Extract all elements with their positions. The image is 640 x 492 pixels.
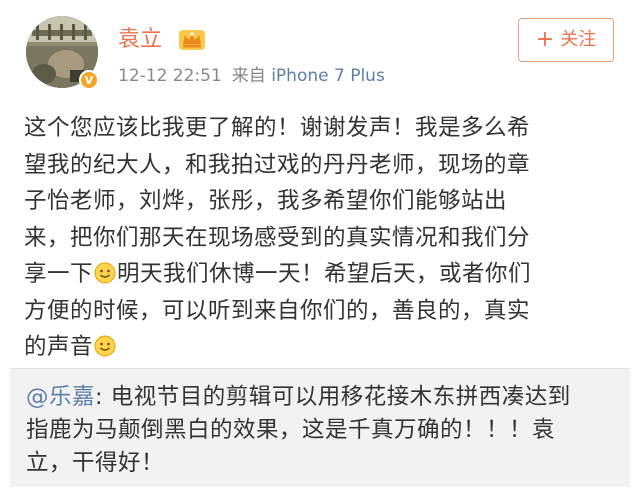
post-line: 来，把你们那天在现场感受到的真实情况和我们分 (24, 224, 531, 251)
smile-emoji-icon (94, 262, 116, 284)
post-line: 方便的时候，可以听到来自你们的，善良的，真实 (24, 297, 531, 324)
post-time: 12-12 22:51 (118, 66, 222, 86)
retweet-block[interactable]: @乐嘉: 电视节目的剪辑可以用移花接木东拼西凑达到 指鹿为马颠倒黑白的效果，这是… (10, 368, 630, 487)
retweet-line: 指鹿为马颠倒黑白的效果，这是千真万确的！！！袁 (26, 417, 556, 443)
retweet-colon: : (95, 384, 111, 410)
post-fragment: 享一下 (24, 261, 94, 287)
retweet-line: 立，干得好！ (26, 450, 165, 476)
follow-label: 关注 (560, 29, 597, 50)
retweet-text: @乐嘉: 电视节目的剪辑可以用移花接木东拼西凑达到 指鹿为马颠倒黑白的效果，这是… (26, 381, 622, 480)
smile-emoji-icon (94, 335, 116, 357)
post-fragment: 明天我们休博一天！希望后天，或者你们 (117, 261, 532, 287)
weibo-post-card: V 袁立 12-12 22:51 来自 iPhone 7 Plus + 关注 这个… (0, 0, 640, 492)
post-meta: 12-12 22:51 来自 iPhone 7 Plus (118, 64, 385, 88)
retweet-line: @乐嘉: 电视节目的剪辑可以用移花接木东拼西凑达到 (26, 381, 622, 414)
post-line: 这个您应该比我更了解的！谢谢发声！我是多么希 (24, 115, 531, 141)
post-line-with-emoji: 的声音 (24, 329, 614, 366)
crown-icon (179, 30, 205, 50)
post-text: 这个您应该比我更了解的！谢谢发声！我是多么希 望我的纪大人，和我拍过戏的丹丹老师… (24, 110, 614, 366)
mention-link[interactable]: @乐嘉 (26, 384, 95, 410)
post-line: 子怡老师，刘烨，张彤，我多希望你们能够站出 (24, 188, 508, 214)
post-source-prefix: 来自 (231, 66, 266, 86)
verified-badge-icon: V (79, 70, 99, 90)
plus-icon: + (535, 27, 555, 52)
retweet-fragment: 电视节目的剪辑可以用移花接木东拼西凑达到 (110, 384, 571, 410)
follow-button[interactable]: + 关注 (518, 18, 614, 62)
post-fragment: 的声音 (24, 334, 94, 360)
post-line-with-emoji: 享一下 明天我们休博一天！希望后天，或者你们 (24, 256, 614, 293)
post-device-link[interactable]: iPhone 7 Plus (271, 66, 385, 86)
user-name[interactable]: 袁立 (118, 26, 162, 54)
post-line: 望我的纪大人，和我拍过戏的丹丹老师，现场的章 (24, 151, 531, 178)
